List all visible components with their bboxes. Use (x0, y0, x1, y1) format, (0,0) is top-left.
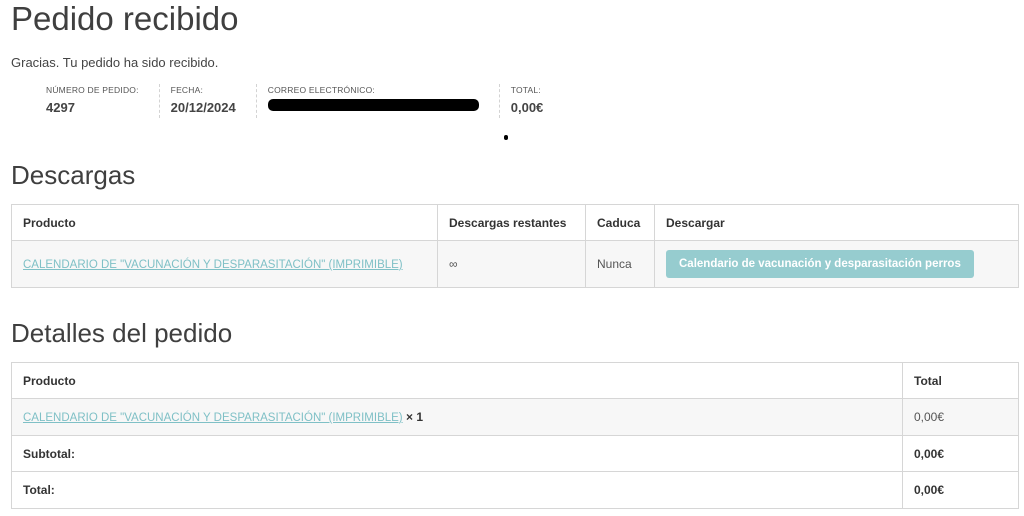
order-date-value: 20/12/2024 (170, 100, 236, 115)
downloads-table: Producto Descargas restantes Caduca Desc… (11, 204, 1019, 288)
order-overview: NÚMERO DE PEDIDO: 4297 FECHA: 20/12/2024… (35, 84, 563, 118)
col-product: Producto (11, 362, 903, 399)
downloads-heading: Descargas (11, 160, 136, 190)
expires-value: Nunca (585, 240, 655, 288)
subtotal-value: 0,00€ (902, 435, 1019, 472)
downloads-remaining-value: ∞ (437, 240, 586, 288)
subtotal-row: Subtotal: 0,00€ (11, 435, 1019, 472)
total-row: Total: 0,00€ (11, 471, 1019, 509)
download-product-link[interactable]: CALENDARIO DE "VACUNACIÓN Y DESPARASITAC… (23, 259, 403, 271)
order-email-item: CORREO ELECTRÓNICO: (257, 84, 500, 118)
order-details-header-row: Producto Total (11, 362, 1019, 399)
order-total-item: TOTAL: 0,00€ (500, 84, 564, 118)
order-details-table: Producto Total CALENDARIO DE "VACUNACIÓN… (11, 362, 1019, 509)
order-email-label: CORREO ELECTRÓNICO: (267, 85, 375, 95)
order-item-cell: CALENDARIO DE "VACUNACIÓN Y DESPARASITAC… (11, 398, 903, 436)
email-redaction (267, 99, 479, 111)
total-label: Total: (11, 471, 903, 509)
order-item-total: 0,00€ (902, 398, 1019, 436)
page-title: Pedido recibido (11, 0, 239, 37)
subtotal-label: Subtotal: (11, 435, 903, 472)
download-product-cell: CALENDARIO DE "VACUNACIÓN Y DESPARASITAC… (11, 240, 438, 288)
downloads-header-row: Producto Descargas restantes Caduca Desc… (11, 204, 1019, 241)
download-cell: Calendario de vacunación y desparasitaci… (654, 240, 1019, 288)
redaction-dot (504, 135, 508, 140)
order-number-value: 4297 (46, 100, 75, 115)
table-row: CALENDARIO DE "VACUNACIÓN Y DESPARASITAC… (11, 398, 1019, 436)
col-downloads-remaining: Descargas restantes (437, 204, 586, 241)
order-total-label: TOTAL: (510, 85, 541, 95)
order-details-heading: Detalles del pedido (11, 318, 233, 348)
order-total-value: 0,00€ (510, 100, 544, 115)
col-expires: Caduca (585, 204, 655, 241)
col-download: Descargar (654, 204, 1019, 241)
table-row: CALENDARIO DE "VACUNACIÓN Y DESPARASITAC… (11, 240, 1019, 288)
thanks-message: Gracias. Tu pedido ha sido recibido. (11, 55, 219, 70)
order-number-label: NÚMERO DE PEDIDO: (46, 85, 139, 95)
order-date-item: FECHA: 20/12/2024 (160, 84, 257, 118)
order-item-quantity: × 1 (405, 410, 423, 424)
col-product: Producto (11, 204, 438, 241)
order-date-label: FECHA: (170, 85, 204, 95)
order-number-item: NÚMERO DE PEDIDO: 4297 (35, 84, 160, 118)
total-value: 0,00€ (902, 471, 1019, 509)
col-total: Total (902, 362, 1019, 399)
download-file-button[interactable]: Calendario de vacunación y desparasitaci… (666, 250, 974, 278)
order-item-product-link[interactable]: CALENDARIO DE "VACUNACIÓN Y DESPARASITAC… (23, 412, 403, 424)
